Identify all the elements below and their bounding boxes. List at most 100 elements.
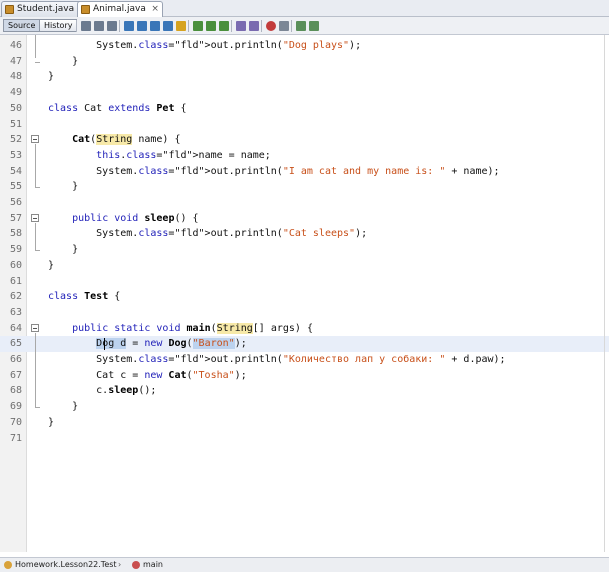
line-number: 64 — [9, 322, 22, 334]
back-icon[interactable] — [94, 21, 104, 31]
code-text: } — [48, 181, 79, 193]
line-number: 66 — [9, 354, 22, 365]
line-number: 62 — [9, 291, 22, 303]
fold-end — [35, 61, 40, 63]
line-number: 52 — [9, 134, 22, 146]
code-line[interactable]: 64 public static void main(String[] args… — [0, 321, 609, 337]
line-number: 53 — [9, 149, 22, 161]
line-number: 59 — [9, 244, 22, 256]
forward-icon[interactable] — [107, 21, 117, 31]
toolbar-separator — [119, 20, 120, 32]
code-text: System.class="fld">out.println("Dog play… — [48, 40, 362, 51]
code-text: System.class="fld">out.println("Количест… — [48, 354, 506, 365]
line-number: 71 — [9, 432, 22, 444]
toolbar-separator — [188, 20, 189, 32]
find-icon[interactable] — [124, 21, 134, 31]
code-line[interactable]: 69 } — [0, 399, 609, 415]
fold-toggle-icon[interactable] — [31, 323, 39, 332]
code-line[interactable]: 59 } — [0, 242, 609, 258]
code-line[interactable]: 71 — [0, 431, 609, 447]
code-text: } — [48, 244, 79, 256]
stop-macro-icon[interactable] — [279, 21, 289, 31]
code-editor[interactable]: 46 System.class="fld">out.println("Dog p… — [0, 35, 609, 552]
fold-end — [35, 250, 40, 252]
history-button[interactable]: History — [39, 19, 78, 32]
line-number: 49 — [9, 87, 22, 99]
code-line[interactable]: 56 — [0, 195, 609, 211]
toggle-bookmark-icon[interactable] — [219, 21, 229, 31]
fold-guide — [35, 222, 36, 251]
shift-right-icon[interactable] — [249, 21, 259, 31]
code-line[interactable]: 63 — [0, 305, 609, 321]
close-tab-icon[interactable]: × — [151, 2, 159, 17]
fold-guide — [35, 144, 36, 188]
code-line[interactable]: 47 } — [0, 54, 609, 70]
code-line[interactable]: 68 c.sleep(); — [0, 383, 609, 399]
java-file-icon — [5, 5, 14, 14]
code-line[interactable]: 53 this.class="fld">name = name; — [0, 148, 609, 164]
breadcrumb-method[interactable]: main — [143, 558, 163, 572]
line-number: 56 — [9, 197, 22, 208]
code-text: class Cat extends Pet { — [48, 102, 187, 114]
code-line[interactable]: 55 } — [0, 179, 609, 195]
toggle-highlight-icon[interactable] — [176, 21, 186, 31]
code-text: public static void main(String[] args) { — [72, 322, 313, 334]
code-line[interactable]: 65 Dog d = new Dog("Baron"); — [0, 336, 609, 352]
code-line[interactable]: 57 public void sleep() { — [0, 211, 609, 227]
code-line[interactable]: 51 — [0, 117, 609, 133]
line-number: 61 — [9, 275, 22, 287]
code-text: this.class="fld">name = name; — [96, 149, 271, 161]
code-text: Cat c = new Cat("Tosha"); — [48, 369, 247, 381]
source-button[interactable]: Source — [3, 19, 41, 32]
code-line[interactable]: 54 System.class="fld">out.println("I am … — [0, 164, 609, 180]
editor-tab-bar: Student.java × Animal.java × — [0, 0, 609, 17]
navigation-breadcrumb: Homework.Lesson22.Test › main — [0, 557, 609, 572]
toolbar-separator — [231, 20, 232, 32]
code-line[interactable]: 70} — [0, 415, 609, 431]
previous-bookmark-icon[interactable] — [193, 21, 203, 31]
shift-left-icon[interactable] — [236, 21, 246, 31]
breadcrumb-separator-icon: › — [118, 560, 122, 569]
find-previous-icon[interactable] — [137, 21, 147, 31]
comment-icon[interactable] — [296, 21, 306, 31]
code-line[interactable]: 46 System.class="fld">out.println("Dog p… — [0, 38, 609, 54]
start-macro-icon[interactable] — [266, 21, 276, 31]
code-text: System.class="fld">out.println("I am cat… — [48, 165, 500, 177]
line-number: 60 — [9, 259, 22, 271]
code-line[interactable]: 61 — [0, 274, 609, 290]
code-text: c.sleep(); — [48, 385, 157, 397]
code-text: System.class="fld">out.println("Cat slee… — [48, 228, 368, 240]
text-caret — [104, 338, 105, 351]
tab-label: Animal.java — [93, 4, 146, 14]
line-number: 67 — [9, 369, 22, 381]
code-line[interactable]: 58 System.class="fld">out.println("Cat s… — [0, 226, 609, 242]
code-line[interactable]: 60} — [0, 258, 609, 274]
code-line[interactable]: 67 Cat c = new Cat("Tosha"); — [0, 368, 609, 384]
tab-animal-java[interactable]: Animal.java × — [77, 1, 163, 17]
uncomment-icon[interactable] — [309, 21, 319, 31]
toolbar-separator — [291, 20, 292, 32]
line-number: 54 — [9, 165, 22, 177]
code-text: } — [48, 416, 55, 428]
last-edit-icon[interactable] — [81, 21, 91, 31]
next-bookmark-icon[interactable] — [206, 21, 216, 31]
code-line[interactable]: 50 class Cat extends Pet { — [0, 101, 609, 117]
code-line[interactable]: 66 System.class="fld">out.println("Колич… — [0, 352, 609, 368]
code-line[interactable]: 49 — [0, 85, 609, 101]
line-number: 47 — [9, 55, 22, 67]
fold-toggle-icon[interactable] — [31, 135, 39, 144]
line-number: 58 — [9, 228, 22, 240]
line-number: 46 — [9, 40, 22, 51]
line-number: 50 — [9, 102, 22, 114]
line-number: 69 — [9, 401, 22, 413]
line-number: 48 — [9, 71, 22, 83]
code-line[interactable]: 52 Cat(String name) { — [0, 132, 609, 148]
fold-toggle-icon[interactable] — [31, 213, 39, 222]
code-line[interactable]: 62 class Test { — [0, 289, 609, 305]
code-line[interactable]: 48} — [0, 69, 609, 85]
find-selection-icon[interactable] — [163, 21, 173, 31]
find-next-icon[interactable] — [150, 21, 160, 31]
code-text: public void sleep() { — [72, 212, 199, 224]
breadcrumb-class[interactable]: Homework.Lesson22.Test — [15, 558, 117, 572]
line-number: 55 — [9, 181, 22, 193]
